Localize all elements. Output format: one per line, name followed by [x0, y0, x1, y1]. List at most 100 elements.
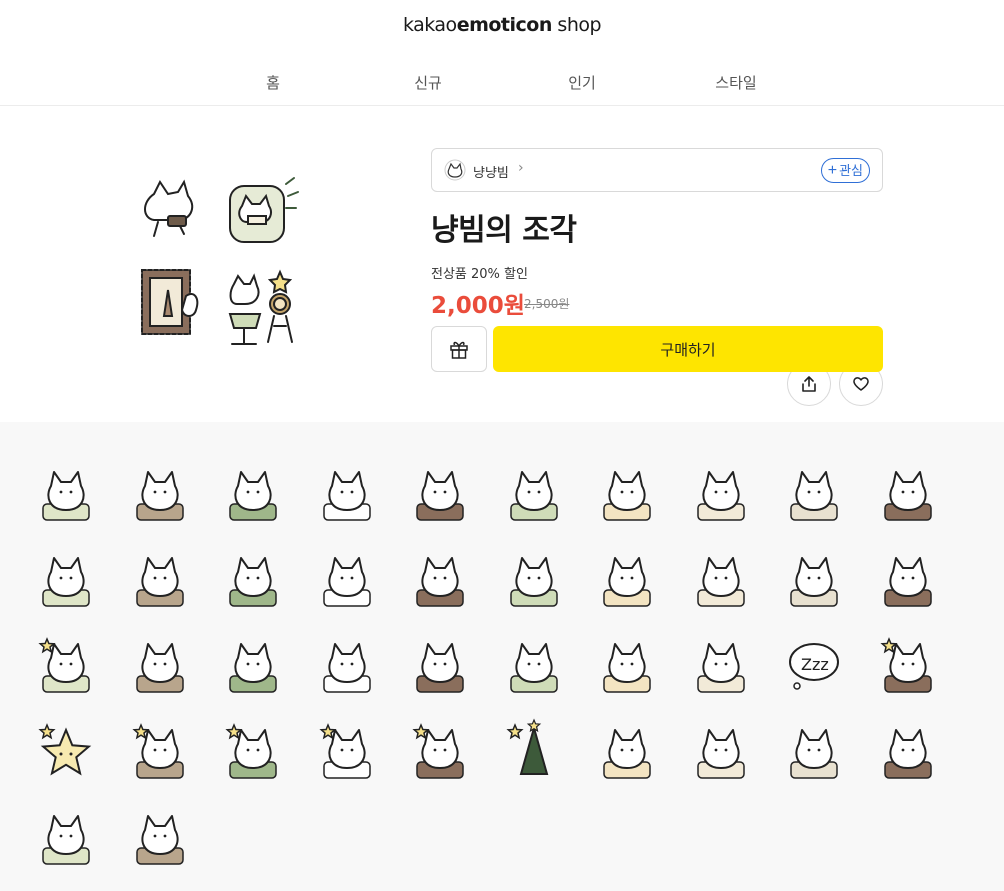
emoticon-cat-stars-pair[interactable]: [21, 622, 111, 708]
emoticon-cat-round-back[interactable]: [863, 708, 953, 794]
plus-icon: +: [827, 162, 838, 179]
emoticon-tree-sparkle[interactable]: [489, 708, 579, 794]
artist-avatar-icon: [444, 159, 466, 181]
emoticon-cat-note-paper[interactable]: [115, 794, 205, 880]
cat-armchair-icon: [42, 471, 90, 521]
emoticon-grid: Zzz: [21, 450, 991, 880]
emoticon-cat-green-book[interactable]: [208, 450, 298, 536]
emoticon-cat-hug[interactable]: [115, 622, 205, 708]
cat-big-book-icon: [416, 557, 464, 607]
emoticon-cat-stars-small[interactable]: [208, 708, 298, 794]
heart-icon: [853, 377, 869, 391]
emoticon-cat-peeking[interactable]: [582, 536, 672, 622]
cat-zzz-bubble-icon: Zzz: [789, 643, 839, 690]
cat-cake-table-icon: [790, 729, 838, 779]
emoticon-cat-bed-pair[interactable]: [582, 622, 672, 708]
emoticon-cat-scroll-chart[interactable]: [769, 450, 859, 536]
emoticon-preview-area: Zzz: [0, 422, 1004, 891]
emoticon-cat-fireworks[interactable]: [21, 536, 111, 622]
product-info: 냥냥빔 › + 관심 냥빔의 조각 전상품 20% 할인 2,000원 2,500…: [431, 148, 883, 319]
cat-lamp-monkey-icon: [509, 471, 558, 521]
cat-leaf-hat-icon: [603, 471, 651, 521]
cat-drinking-icon: [229, 557, 277, 607]
emoticon-cat-zzz-bubble[interactable]: Zzz: [769, 622, 859, 708]
emoticon-cat-sparkle-thinking[interactable]: [863, 622, 953, 708]
cat-plant-lying-icon: [790, 557, 838, 607]
emoticon-cat-yarn[interactable]: [21, 794, 111, 880]
svg-text:Zzz: Zzz: [801, 655, 829, 674]
product-title: 냥빔의 조각: [431, 213, 577, 248]
main-nav: 홈 신규 인기 스타일: [0, 72, 1004, 94]
product-section: 냥냥빔 › + 관심 냥빔의 조각 전상품 20% 할인 2,000원 2,500…: [0, 106, 1004, 422]
cat-calendar-icon: [696, 471, 745, 521]
cat-teacup-icon: [229, 643, 277, 693]
header: kakaoemoticon shop 홈 신규 인기 스타일: [0, 0, 1004, 106]
cat-stars-small-icon: [225, 723, 277, 779]
cat-lying-icon: [603, 729, 651, 779]
emoticon-cat-stamp-frame[interactable]: [863, 450, 953, 536]
emoticon-cat-wave[interactable]: [302, 622, 392, 708]
emoticon-cat-window[interactable]: [863, 536, 953, 622]
cat-walking-bag-icon: [322, 471, 371, 521]
emoticon-cat-cloud-tea[interactable]: [676, 708, 766, 794]
sale-price: 2,000원: [431, 293, 525, 319]
cat-scroll-chart-icon: [790, 471, 838, 521]
cat-wave-icon: [322, 643, 371, 693]
cat-knitting-icon: [509, 557, 558, 607]
emoticon-cat-teacup[interactable]: [208, 622, 298, 708]
emoticon-cat-green-blob[interactable]: [676, 622, 766, 708]
cat-lamp-books-icon: [416, 471, 464, 521]
cat-stars-pair-icon: [38, 637, 90, 693]
emoticon-cat-star-juggle[interactable]: [395, 708, 485, 794]
price-row: 2,000원 2,500원: [431, 286, 883, 319]
emoticon-cat-letter[interactable]: [676, 536, 766, 622]
logo-text-shop: shop: [551, 14, 602, 36]
cat-stamp-frame-icon: [883, 471, 932, 521]
emoticon-cat-lamp-monkey[interactable]: [489, 450, 579, 536]
cat-peeking-icon: [603, 557, 651, 607]
artist-name[interactable]: 냥냥빔: [473, 162, 509, 181]
emoticon-cat-knitting[interactable]: [489, 536, 579, 622]
emoticon-cat-big-leaf[interactable]: [115, 536, 205, 622]
nav-home[interactable]: 홈: [233, 72, 313, 93]
emoticon-cat-armchair[interactable]: [21, 450, 111, 536]
follow-button[interactable]: + 관심: [820, 158, 870, 183]
buy-button[interactable]: 구매하기: [493, 326, 883, 372]
emoticon-cat-bed-reading[interactable]: [489, 622, 579, 708]
emoticon-cat-popcorn-pair[interactable]: [302, 536, 392, 622]
emoticon-cat-drinking[interactable]: [208, 536, 298, 622]
emoticon-cat-cake-table[interactable]: [769, 708, 859, 794]
emoticon-cat-plant-lying[interactable]: [769, 536, 859, 622]
cat-yarn-icon: [42, 815, 90, 865]
emoticon-cat-lamp-books[interactable]: [395, 450, 485, 536]
emoticon-cat-big-book[interactable]: [395, 536, 485, 622]
emoticon-star-face[interactable]: [21, 708, 111, 794]
nav-popular[interactable]: 인기: [542, 72, 622, 93]
nav-new[interactable]: 신규: [388, 72, 468, 93]
emoticon-cat-lying[interactable]: [582, 708, 672, 794]
star-face-icon: [38, 723, 92, 776]
thumbnail-illustration: [141, 177, 299, 345]
cat-big-leaf-icon: [135, 557, 184, 607]
cat-popcorn-pair-icon: [322, 557, 371, 607]
emoticon-cat-calendar[interactable]: [676, 450, 766, 536]
cat-sparkle-thinking-icon: [879, 637, 932, 693]
nav-style[interactable]: 스타일: [696, 72, 776, 93]
emoticon-cat-scissors[interactable]: [395, 622, 485, 708]
emoticon-cat-leaf-hat[interactable]: [582, 450, 672, 536]
emoticon-cat-hug-star[interactable]: [115, 708, 205, 794]
original-price: 2,500원: [524, 297, 570, 311]
emoticon-cat-open-book[interactable]: [115, 450, 205, 536]
shop-logo[interactable]: kakaoemoticon shop: [0, 14, 1004, 36]
artist-bar[interactable]: 냥냥빔 › + 관심: [431, 148, 883, 192]
emoticon-cat-cheer-stars[interactable]: [302, 708, 392, 794]
follow-label: 관심: [839, 163, 863, 178]
cat-round-back-icon: [883, 729, 932, 779]
emoticon-cat-walking-bag[interactable]: [302, 450, 392, 536]
logo-text-kakao: kakao: [402, 14, 457, 36]
gift-button[interactable]: [431, 326, 487, 372]
cat-bed-reading-icon: [509, 643, 558, 693]
cat-hug-icon: [135, 643, 184, 693]
logo-text-emoticon: emoticon: [456, 14, 553, 36]
cat-window-icon: [883, 557, 932, 607]
